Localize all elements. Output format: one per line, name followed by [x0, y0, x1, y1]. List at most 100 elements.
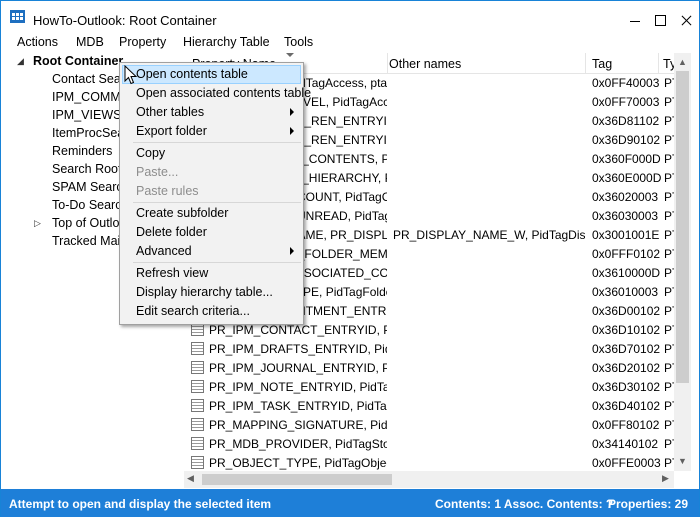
- window-title: HowTo-Outlook: Root Container: [33, 13, 217, 28]
- close-button[interactable]: [673, 1, 700, 31]
- property-icon: [191, 399, 204, 412]
- context-menu-item[interactable]: Advanced: [122, 242, 301, 261]
- scroll-left-icon[interactable]: ◀: [187, 473, 194, 484]
- property-name-text: PR_IPM_TASK_ENTRYID, PidTa...: [209, 399, 387, 413]
- cell-tag: 0x3001001E: [592, 228, 660, 242]
- submenu-arrow-icon: [290, 108, 294, 116]
- cell-tag: 0x36D40102: [592, 399, 661, 413]
- table-row[interactable]: PR_IPM_JOURNAL_ENTRYID, Pi... 0x36D20102 P…: [184, 359, 674, 378]
- context-menu-item: Paste...: [122, 163, 301, 182]
- cell-tag: 0x36D70102: [592, 342, 661, 356]
- context-menu-item[interactable]: Display hierarchy table...: [122, 283, 301, 302]
- context-menu-item[interactable]: Copy: [122, 144, 301, 163]
- context-menu-item[interactable]: Export folder: [122, 122, 301, 141]
- cell-tag: 0x3610000D: [592, 266, 661, 280]
- cell-other-names: PR_DISPLAY_NAME_W, PidTagDis...: [393, 228, 585, 242]
- property-icon: [191, 342, 204, 355]
- menu-property[interactable]: Property: [119, 35, 166, 49]
- menu-hierarchy-table[interactable]: Hierarchy Table: [183, 35, 270, 49]
- context-menu-item[interactable]: Open associated contents table: [122, 84, 311, 103]
- scroll-right-icon[interactable]: ▶: [662, 473, 669, 484]
- table-row[interactable]: PR_MDB_PROVIDER, PidTagSto... 0x34140102 P…: [184, 435, 674, 454]
- property-name-text: PR_OBJECT_TYPE, PidTagObjec...: [209, 456, 387, 470]
- property-name-text: PR_MDB_PROVIDER, PidTagSto...: [209, 437, 387, 451]
- cell-tag: 0x0FFF0102: [592, 247, 661, 261]
- submenu-arrow-icon: [290, 247, 294, 255]
- context-menu-item-label: Delete folder: [136, 225, 207, 239]
- property-name-text: PR_IPM_NOTE_ENTRYID, PidTa...: [209, 380, 387, 394]
- cell-type: PT_BINARY: [664, 323, 674, 337]
- context-menu-item[interactable]: Open contents table: [122, 65, 301, 84]
- cell-tag: 0x360F000D: [592, 152, 661, 166]
- context-menu-item[interactable]: Create subfolder: [122, 204, 301, 223]
- cell-property-name: PR_IPM_TASK_ENTRYID, PidTa...: [191, 397, 387, 416]
- menu-bar: Actions MDB Property Hierarchy Table Too…: [1, 32, 699, 52]
- context-menu-item-label: Export folder: [136, 124, 207, 138]
- cell-type: PT_LONG: [664, 209, 674, 223]
- context-menu-item[interactable]: Edit search criteria...: [122, 302, 301, 321]
- column-header-type[interactable]: Type: [663, 57, 674, 71]
- menu-separator: [133, 142, 301, 143]
- context-menu-item-label: Edit search criteria...: [136, 304, 250, 318]
- menu-mdb[interactable]: MDB: [76, 35, 104, 49]
- cell-type: PT_OBJECT: [664, 152, 674, 166]
- table-row[interactable]: PR_IPM_DRAFTS_ENTRYID, Pid... 0x36D70102 P…: [184, 340, 674, 359]
- horizontal-scroll-thumb[interactable]: [202, 474, 392, 485]
- column-divider[interactable]: [585, 53, 586, 74]
- cell-type: PT_LONG: [664, 190, 674, 204]
- cell-type: PT_BINARY: [664, 399, 674, 413]
- property-icon: [191, 437, 204, 450]
- property-name-text: PR_IPM_JOURNAL_ENTRYID, Pi...: [209, 361, 387, 375]
- minimize-button[interactable]: [621, 1, 651, 31]
- cell-type: PT_BINARY: [664, 380, 674, 394]
- menu-actions[interactable]: Actions: [17, 35, 58, 49]
- cell-type: PT_OBJECT: [664, 266, 674, 280]
- status-properties: Properties: 29: [608, 497, 689, 511]
- submenu-arrow-icon: [290, 127, 294, 135]
- cell-property-name: PR_IPM_JOURNAL_ENTRYID, Pi...: [191, 359, 387, 378]
- cell-property-name: PR_MDB_PROVIDER, PidTagSto...: [191, 435, 387, 454]
- expanded-arrow-icon[interactable]: ◢: [17, 56, 24, 67]
- menu-separator: [133, 202, 301, 203]
- horizontal-scrollbar[interactable]: ◀ ▶: [184, 471, 674, 488]
- context-menu-item[interactable]: Refresh view: [122, 264, 301, 283]
- menu-tools[interactable]: Tools: [284, 35, 313, 49]
- property-icon: [191, 418, 204, 431]
- column-header-tag[interactable]: Tag: [592, 57, 612, 71]
- cell-tag: 0x36D30102: [592, 380, 661, 394]
- cell-type: PT_BINARY: [664, 342, 674, 356]
- cell-type: PT_MV_BINARY: [664, 114, 674, 128]
- vertical-scrollbar[interactable]: ▲ ▼: [674, 53, 691, 471]
- context-menu-item-label: Refresh view: [136, 266, 209, 280]
- table-row[interactable]: PR_IPM_NOTE_ENTRYID, PidTa... 0x36D30102 P…: [184, 378, 674, 397]
- cell-tag: 0x36D81102: [592, 114, 660, 128]
- status-message: Attempt to open and display the selected…: [9, 497, 272, 511]
- mouse-pointer-icon: [124, 65, 138, 85]
- cell-property-name: PR_IPM_DRAFTS_ENTRYID, Pid...: [191, 340, 387, 359]
- context-menu: Open contents table Open associated conte…: [119, 62, 311, 325]
- column-header-other[interactable]: Other names: [389, 57, 461, 71]
- scroll-up-icon[interactable]: ▲: [678, 57, 687, 67]
- context-menu-item-label: Paste...: [136, 165, 179, 179]
- status-contents: Contents: 1 Assoc. Contents: ?: [435, 497, 614, 511]
- scroll-down-icon[interactable]: ▼: [678, 456, 687, 466]
- property-icon: [191, 380, 204, 393]
- cell-type: PT_BINARY: [664, 247, 674, 261]
- context-menu-item[interactable]: Delete folder: [122, 223, 301, 242]
- vertical-scroll-thumb[interactable]: [676, 71, 689, 383]
- cell-tag: 0x36020003: [592, 190, 659, 204]
- context-menu-item-label: Open associated contents table: [136, 86, 312, 100]
- collapsed-arrow-icon[interactable]: ▷: [34, 218, 41, 229]
- table-row[interactable]: PR_MAPPING_SIGNATURE, Pid... 0x0FF80102 PT…: [184, 416, 674, 435]
- cell-tag: 0x36D10102: [592, 323, 661, 337]
- cell-tag: 0x0FF40003: [592, 76, 660, 90]
- column-divider[interactable]: [658, 53, 659, 74]
- column-divider[interactable]: [387, 53, 388, 74]
- context-menu-item-label: Advanced: [136, 244, 192, 258]
- cell-type: PT_BINARY: [664, 437, 674, 451]
- context-menu-item-label: Display hierarchy table...: [136, 285, 273, 299]
- sort-arrow-icon: [286, 53, 294, 57]
- table-row[interactable]: PR_IPM_TASK_ENTRYID, PidTa... 0x36D40102 P…: [184, 397, 674, 416]
- cell-tag: 0x360E000D: [592, 171, 662, 185]
- context-menu-item[interactable]: Other tables: [122, 103, 301, 122]
